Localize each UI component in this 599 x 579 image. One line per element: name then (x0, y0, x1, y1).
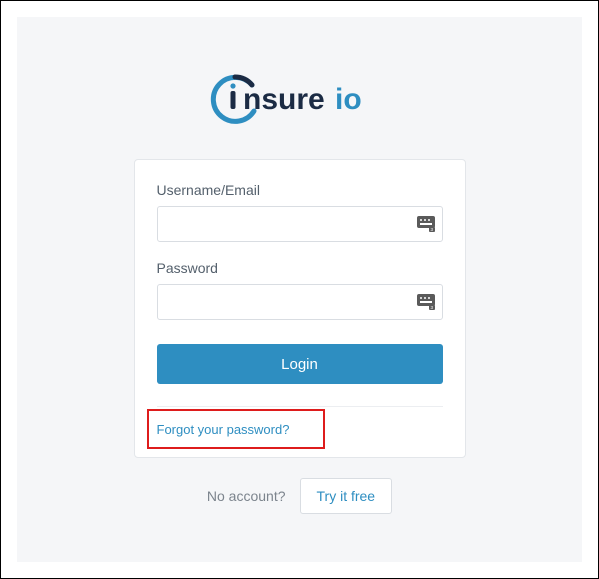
login-page: nsure io Username/Email 3 Password (17, 17, 582, 562)
svg-text:io: io (335, 83, 362, 116)
forgot-password-area: Forgot your password? (157, 421, 443, 439)
username-input-wrap: 3 (157, 206, 443, 242)
password-input[interactable] (157, 284, 443, 320)
login-button[interactable]: Login (157, 344, 443, 384)
divider (157, 406, 443, 407)
password-input-wrap: 3 (157, 284, 443, 320)
try-it-free-button[interactable]: Try it free (300, 478, 393, 514)
brand-logo: nsure io (205, 71, 395, 125)
login-card: Username/Email 3 Password (134, 159, 466, 458)
no-account-text: No account? (207, 488, 286, 504)
password-label: Password (157, 260, 443, 276)
signup-footer: No account? Try it free (207, 478, 392, 514)
insureio-logo-icon: nsure io (205, 71, 395, 125)
username-label: Username/Email (157, 182, 443, 198)
svg-text:nsure: nsure (243, 83, 325, 116)
username-input[interactable] (157, 206, 443, 242)
forgot-password-link[interactable]: Forgot your password? (157, 422, 290, 437)
